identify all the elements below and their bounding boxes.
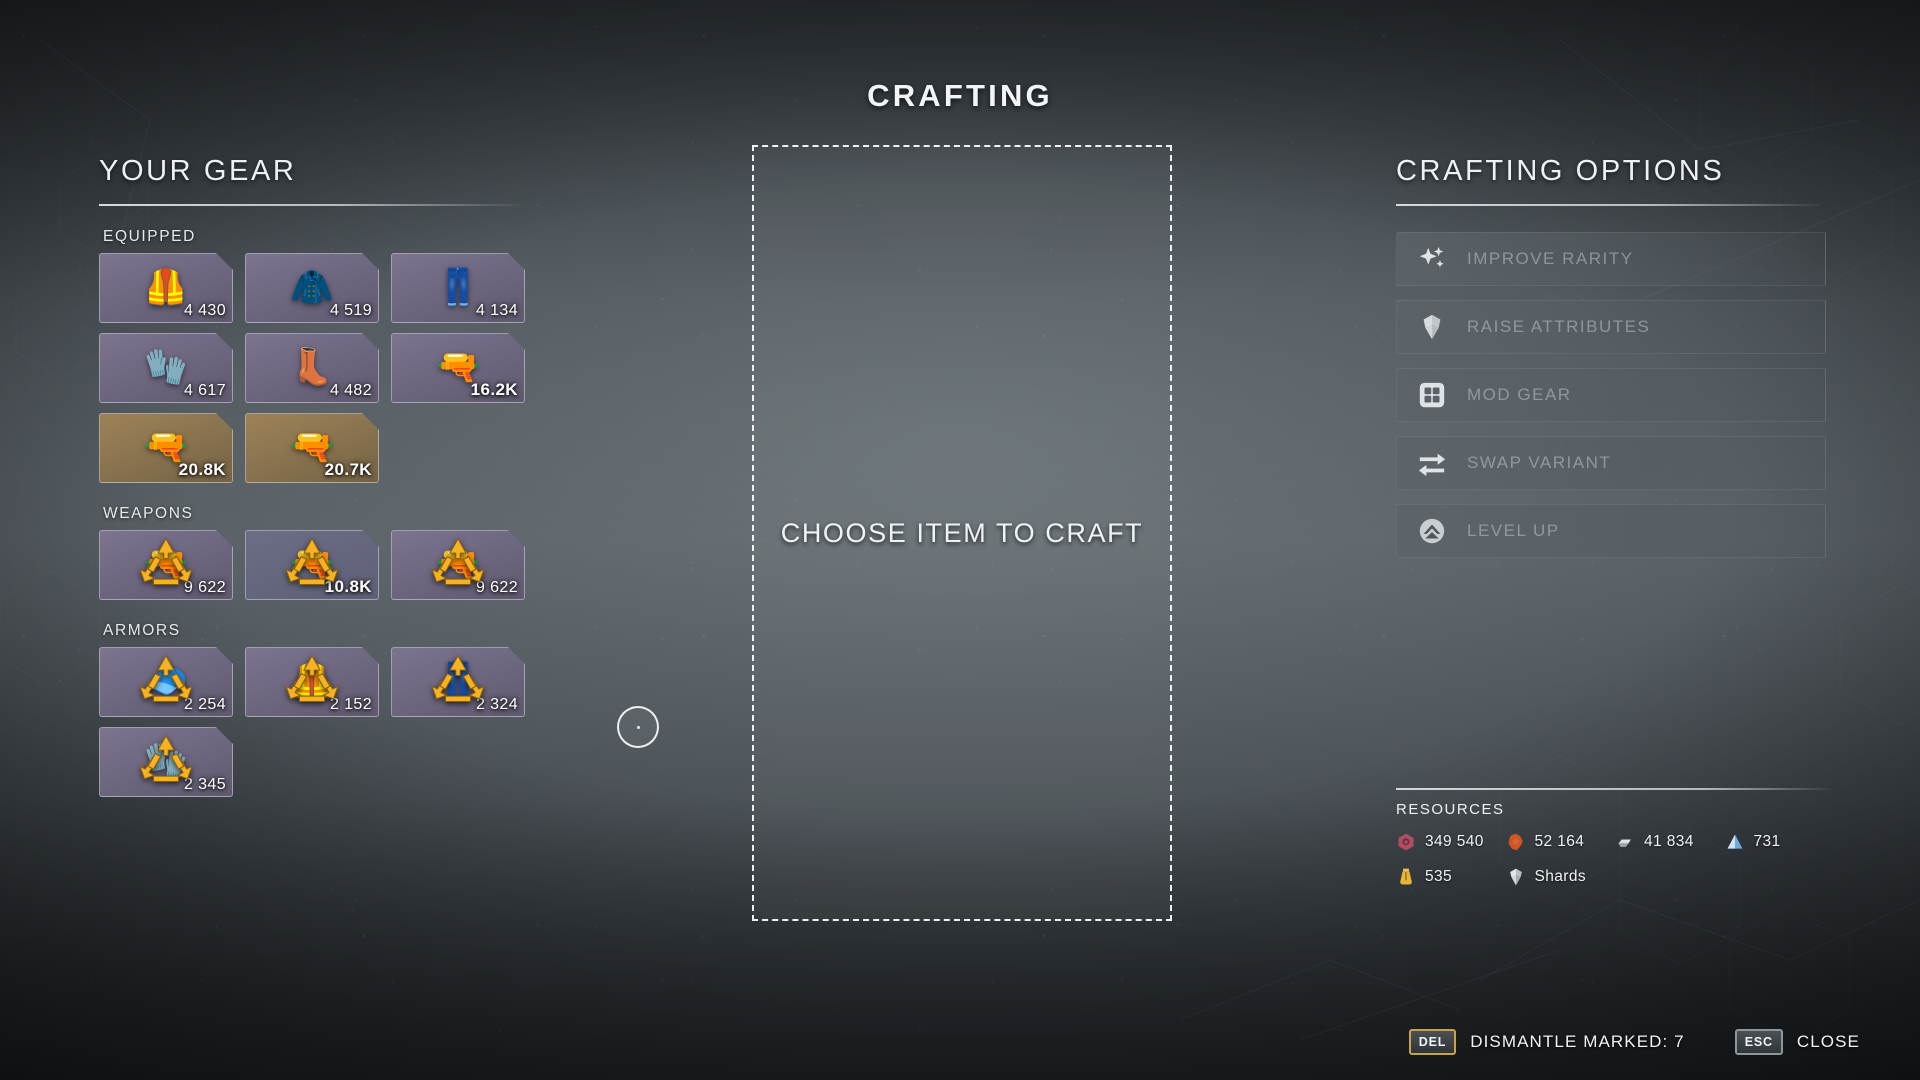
iron-bar-icon xyxy=(1615,832,1635,852)
crafting-option-mod-gear[interactable]: MOD GEAR xyxy=(1396,368,1826,422)
resources-panel: RESOURCES 349 540 52 164 41 834 731 535 Shard… xyxy=(1396,788,1834,887)
capsule-icon xyxy=(1396,867,1416,887)
gear-slot[interactable]: 👖 2 324 xyxy=(391,647,525,717)
torso-armor-icon: 🦺 xyxy=(144,267,188,307)
resource-item-leather: 349 540 xyxy=(1396,832,1506,852)
resource-value: 41 834 xyxy=(1644,833,1694,850)
resources-divider xyxy=(1396,788,1834,790)
gear-slot[interactable]: 🦺 2 152 xyxy=(245,647,379,717)
gear-slot[interactable]: 🔫 20.8K xyxy=(99,413,233,483)
crafting-options-divider xyxy=(1396,204,1824,206)
chevron-up-circle-icon xyxy=(1417,516,1447,546)
crafting-options-list: IMPROVE RARITY RAISE ATTRIBUTES MOD GEAR SW… xyxy=(1396,232,1826,558)
gear-slot[interactable]: 🧥 4 519 xyxy=(245,253,379,323)
leg-armor-icon: 👖 xyxy=(436,267,480,307)
your-gear-divider xyxy=(99,204,527,206)
resource-item-iron: 41 834 xyxy=(1615,832,1725,852)
resource-item-drop-pod-res: 535 xyxy=(1396,867,1506,887)
crafting-option-raise-attributes[interactable]: RAISE ATTRIBUTES xyxy=(1396,300,1826,354)
swap-arrows-icon xyxy=(1417,448,1447,478)
gear-slot[interactable]: 🔫 9 622 xyxy=(99,530,233,600)
resource-value: 52 164 xyxy=(1534,833,1585,850)
resource-item-shards: Shards xyxy=(1506,867,1616,887)
recycle-mark-icon xyxy=(429,654,487,706)
glove-armor-icon: 🧤 xyxy=(144,347,188,387)
gear-slot[interactable]: 🔫 16.2K xyxy=(391,333,525,403)
gear-slot[interactable]: 👢 4 482 xyxy=(245,333,379,403)
rifle-icon: 🔫 xyxy=(144,427,188,467)
gear-slot[interactable]: 🧤 4 617 xyxy=(99,333,233,403)
dismantle-label[interactable]: DISMANTLE MARKED: 7 xyxy=(1470,1032,1685,1052)
crafting-options-heading: CRAFTING OPTIONS xyxy=(1396,155,1725,187)
resource-value: 349 540 xyxy=(1425,833,1484,850)
recycle-mark-icon xyxy=(429,537,487,589)
recycle-mark-icon xyxy=(137,654,195,706)
shard-icon xyxy=(1506,867,1526,887)
resource-value: Shards xyxy=(1534,868,1587,885)
gear-slot[interactable]: 🔫 20.7K xyxy=(245,413,379,483)
resource-value: 535 xyxy=(1425,868,1453,885)
gear-power-value: 4 482 xyxy=(329,382,372,399)
gear-power-value: 4 519 xyxy=(329,302,372,319)
crafting-option-label: MOD GEAR xyxy=(1467,385,1572,404)
gear-power-value: 4 430 xyxy=(183,302,226,319)
close-keycap[interactable]: ESC xyxy=(1734,1029,1783,1055)
boots-armor-icon: 👢 xyxy=(290,347,334,387)
gear-power-value: 4 134 xyxy=(475,302,518,319)
crafting-option-swap-variant[interactable]: SWAP VARIANT xyxy=(1396,436,1826,490)
page-title: CRAFTING xyxy=(867,78,1053,113)
gear-section-label: WEAPONS xyxy=(103,505,194,522)
crafting-options-panel: CRAFTING OPTIONS IMPROVE RARITY RAISE ATT… xyxy=(1396,155,1826,558)
resource-value: 731 xyxy=(1753,833,1781,850)
gear-slot[interactable]: 🔫 9 622 xyxy=(391,530,525,600)
crafting-option-label: LEVEL UP xyxy=(1467,521,1560,540)
close-label[interactable]: CLOSE xyxy=(1797,1032,1860,1052)
resource-item-titanium: 731 xyxy=(1725,832,1835,852)
gear-power-value: 16.2K xyxy=(470,380,518,399)
gear-power-value: 4 617 xyxy=(183,382,226,399)
recycle-mark-icon xyxy=(283,537,341,589)
resources-title: RESOURCES xyxy=(1396,801,1505,818)
gear-power-value: 20.7K xyxy=(324,460,372,479)
gear-slot[interactable]: 🦺 4 430 xyxy=(99,253,233,323)
bottom-action-bar: DEL DISMANTLE MARKED: 7 ESC CLOSE xyxy=(1408,1029,1860,1055)
gem-shield-icon xyxy=(1417,312,1447,342)
crafting-option-improve-rarity[interactable]: IMPROVE RARITY xyxy=(1396,232,1826,286)
gear-slot[interactable]: 🧢 2 254 xyxy=(99,647,233,717)
shoulder-armor-icon: 🧥 xyxy=(290,267,334,307)
gear-section-label: EQUIPPED xyxy=(103,228,196,245)
sparkles-icon xyxy=(1417,244,1447,274)
crafting-option-label: IMPROVE RARITY xyxy=(1467,249,1634,268)
leather-icon xyxy=(1396,832,1416,852)
crafting-option-label: SWAP VARIANT xyxy=(1467,453,1612,472)
your-gear-heading: YOUR GEAR xyxy=(99,155,297,187)
gear-power-value: 20.8K xyxy=(178,460,226,479)
shotgun-icon: 🔫 xyxy=(290,427,334,467)
scrap-icon xyxy=(1506,832,1526,852)
gear-grid: 🦺 4 430 🧥 4 519 👖 4 134 🧤 4 617 👢 4 482 🔫 16.2K 🔫 20.… xyxy=(99,253,529,483)
recycle-mark-icon xyxy=(283,654,341,706)
craft-dropzone[interactable]: CHOOSE ITEM TO CRAFT xyxy=(752,145,1172,921)
grid-squares-icon xyxy=(1417,380,1447,410)
dismantle-keycap[interactable]: DEL xyxy=(1408,1029,1457,1055)
gear-grid: 🔫 9 622 🔫 10.8K 🔫 9 622 xyxy=(99,530,529,600)
gear-slot[interactable]: 🧤 2 345 xyxy=(99,727,233,797)
gear-slot[interactable]: 🔫 10.8K xyxy=(245,530,379,600)
gear-sections: EQUIPPED 🦺 4 430 🧥 4 519 👖 4 134 🧤 4 617 👢 4 482 🔫 1… xyxy=(99,228,529,797)
recycle-mark-icon xyxy=(137,537,195,589)
pistol-icon: 🔫 xyxy=(436,347,480,387)
gear-section-label: ARMORS xyxy=(103,622,181,639)
resource-item-scrap: 52 164 xyxy=(1506,832,1616,852)
recycle-mark-icon xyxy=(137,734,195,786)
titanium-icon xyxy=(1725,832,1745,852)
gear-slot[interactable]: 👖 4 134 xyxy=(391,253,525,323)
mouse-cursor xyxy=(617,706,659,748)
gear-grid: 🧢 2 254 🦺 2 152 👖 2 324 🧤 2 345 xyxy=(99,647,529,797)
crafting-option-label: RAISE ATTRIBUTES xyxy=(1467,317,1651,336)
resources-grid: 349 540 52 164 41 834 731 535 Shards xyxy=(1396,832,1834,887)
crafting-option-level-up[interactable]: LEVEL UP xyxy=(1396,504,1826,558)
craft-placeholder-text: CHOOSE ITEM TO CRAFT xyxy=(780,517,1144,548)
your-gear-panel: YOUR GEAR EQUIPPED 🦺 4 430 🧥 4 519 👖 4 134 🧤 4 6… xyxy=(99,155,529,797)
